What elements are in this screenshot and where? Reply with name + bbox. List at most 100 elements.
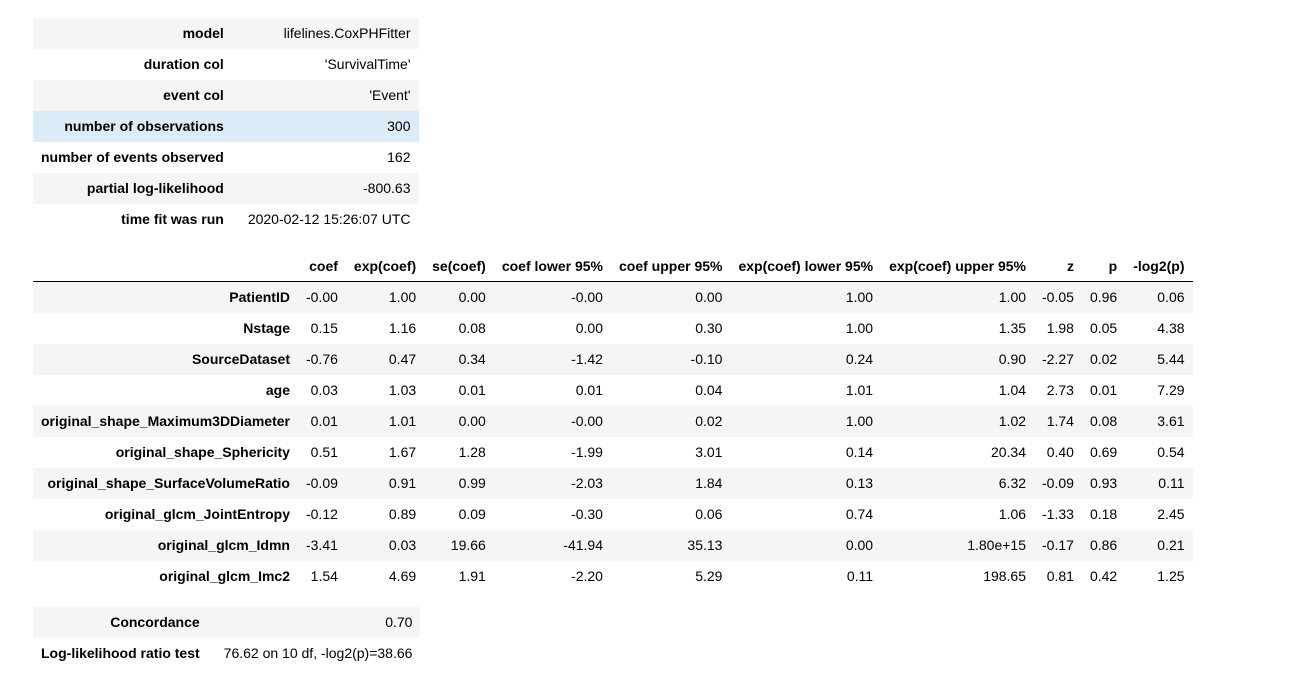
- table-row: original_glcm_Idmn -3.41 0.03 19.66 -41.94 35…: [33, 530, 1193, 561]
- table-cell: 5.44: [1125, 344, 1193, 375]
- likelihood-ratio-row: Log-likelihood ratio test 76.62 on 10 df…: [33, 638, 420, 669]
- table-cell: 0.01: [1089, 382, 1118, 398]
- covariate-name: original_shape_Sphericity: [115, 444, 290, 460]
- table-cell: 0.04: [695, 382, 723, 398]
- table-cell: 0.09: [458, 506, 486, 522]
- table-cell: -0.00: [493, 281, 611, 313]
- table-cell: 0.11: [846, 568, 874, 584]
- table-cell: 1.54: [310, 568, 338, 584]
- table-row: original_shape_SurfaceVolumeRatio -0.09 0.…: [33, 468, 1193, 499]
- table-cell: 0.13: [730, 468, 882, 499]
- table-cell: -41.94: [493, 530, 611, 561]
- column-header: se(coef): [424, 251, 494, 282]
- likelihood-ratio-label: Log-likelihood ratio test: [41, 645, 200, 661]
- table-row: original_shape_Maximum3DDiameter 0.01 1.01…: [33, 406, 1193, 437]
- table-cell: 20.34: [990, 444, 1027, 460]
- column-header: exp(coef): [345, 251, 425, 282]
- table-cell: 1.25: [1157, 568, 1185, 584]
- table-cell: 2.45: [1157, 506, 1185, 522]
- table-cell: 0.00: [424, 281, 494, 313]
- table-cell: 1.35: [998, 320, 1027, 336]
- table-cell: -0.17: [1034, 530, 1082, 561]
- coefficients-table: coef exp(coef) se(coef) coef lower 95% coef …: [33, 251, 1193, 592]
- table-cell: 0.02: [1081, 344, 1126, 375]
- table-row: age 0.03 1.03 0.01 0.01 0.04 1.01 1.04 2.73 0.01 7…: [33, 375, 1193, 406]
- summary-row-events-observed: number of events observed 162: [33, 142, 419, 173]
- covariate-name: original_shape_SurfaceVolumeRatio: [33, 468, 298, 499]
- table-cell: 1.03: [388, 382, 417, 398]
- model-summary-table: model lifelines.CoxPHFitter duration col…: [33, 18, 419, 235]
- column-header: exp(coef) lower 95%: [730, 251, 882, 282]
- table-cell: 3.01: [695, 444, 723, 460]
- table-cell: 0.89: [388, 506, 417, 522]
- table-cell: 4.38: [1157, 320, 1185, 336]
- table-cell: 0.03: [310, 382, 338, 398]
- table-cell: 0.03: [345, 530, 425, 561]
- table-cell: 1.00: [845, 320, 874, 336]
- column-header: coef upper 95%: [610, 251, 731, 282]
- table-cell: 0.81: [1046, 568, 1074, 584]
- table-cell: 0.93: [1081, 468, 1126, 499]
- table-cell: 0.47: [345, 344, 425, 375]
- table-cell: 0.96: [1081, 281, 1126, 313]
- table-cell: 0.01: [297, 406, 346, 437]
- table-cell: 0.05: [1089, 320, 1118, 336]
- table-cell: 1.01: [345, 406, 425, 437]
- table-row: original_shape_Sphericity 0.51 1.67 1.28 -1.…: [33, 437, 1193, 468]
- table-cell: 0.06: [695, 506, 723, 522]
- table-cell: 1.00: [881, 281, 1035, 313]
- table-cell: 0.01: [575, 382, 603, 398]
- summary-row-log-likelihood: partial log-likelihood -800.63: [33, 173, 419, 204]
- summary-row-model: model lifelines.CoxPHFitter: [33, 18, 419, 49]
- table-cell: -0.30: [571, 506, 603, 522]
- summary-value: 300: [239, 111, 419, 142]
- table-cell: 0.08: [458, 320, 486, 336]
- table-cell: 0.42: [1089, 568, 1118, 584]
- table-cell: 0.90: [881, 344, 1035, 375]
- table-cell: 1.00: [730, 281, 882, 313]
- summary-row-duration-col: duration col 'SurvivalTime': [33, 49, 419, 80]
- table-cell: 1.98: [1046, 320, 1074, 336]
- covariate-name: SourceDataset: [33, 344, 298, 375]
- table-cell: 1.01: [845, 382, 874, 398]
- column-header: coef lower 95%: [493, 251, 611, 282]
- table-cell: 4.69: [388, 568, 417, 584]
- table-cell: 1.28: [458, 444, 486, 460]
- summary-row-time-fit: time fit was run 2020-02-12 15:26:07 UTC: [33, 204, 419, 235]
- summary-value: 2020-02-12 15:26:07 UTC: [247, 211, 411, 227]
- concordance-row: Concordance 0.70: [33, 607, 421, 638]
- table-row: original_glcm_JointEntropy -0.12 0.89 0.09 -…: [33, 499, 1193, 530]
- summary-label: duration col: [143, 56, 224, 72]
- table-cell: 1.00: [345, 281, 425, 313]
- table-cell: 0.69: [1089, 444, 1118, 460]
- column-header: -log2(p): [1125, 251, 1193, 282]
- table-cell: 2.73: [1046, 382, 1074, 398]
- summary-label: partial log-likelihood: [33, 173, 240, 204]
- table-cell: 1.04: [998, 382, 1027, 398]
- table-cell: 1.06: [998, 506, 1027, 522]
- table-cell: 0.51: [310, 444, 338, 460]
- table-cell: 0.00: [610, 281, 731, 313]
- table-cell: -0.09: [297, 468, 346, 499]
- table-cell: -0.09: [1034, 468, 1082, 499]
- summary-value: 'Event': [239, 80, 419, 111]
- table-cell: 1.91: [458, 568, 486, 584]
- table-cell: 0.30: [695, 320, 723, 336]
- summary-value: -800.63: [239, 173, 419, 204]
- table-cell: 0.08: [1081, 406, 1126, 437]
- table-row: PatientID -0.00 1.00 0.00 -0.00 0.00 1.00 1.00-…: [33, 281, 1193, 313]
- table-row: original_glcm_Imc2 1.54 4.69 1.91 -2.20 5.29 0…: [33, 561, 1193, 592]
- table-cell: 1.02: [881, 406, 1035, 437]
- table-cell: -1.99: [571, 444, 603, 460]
- table-cell: 198.65: [983, 568, 1027, 584]
- table-cell: -2.20: [571, 568, 603, 584]
- table-cell: 1.80e+15: [881, 530, 1035, 561]
- table-cell: -2.03: [493, 468, 611, 499]
- covariate-name: original_glcm_Imc2: [159, 568, 290, 584]
- table-cell: -0.00: [493, 406, 611, 437]
- table-cell: -0.76: [297, 344, 346, 375]
- table-cell: -2.27: [1034, 344, 1082, 375]
- table-cell: 0.54: [1157, 444, 1185, 460]
- table-cell: 0.01: [458, 382, 486, 398]
- summary-label: model: [33, 18, 240, 49]
